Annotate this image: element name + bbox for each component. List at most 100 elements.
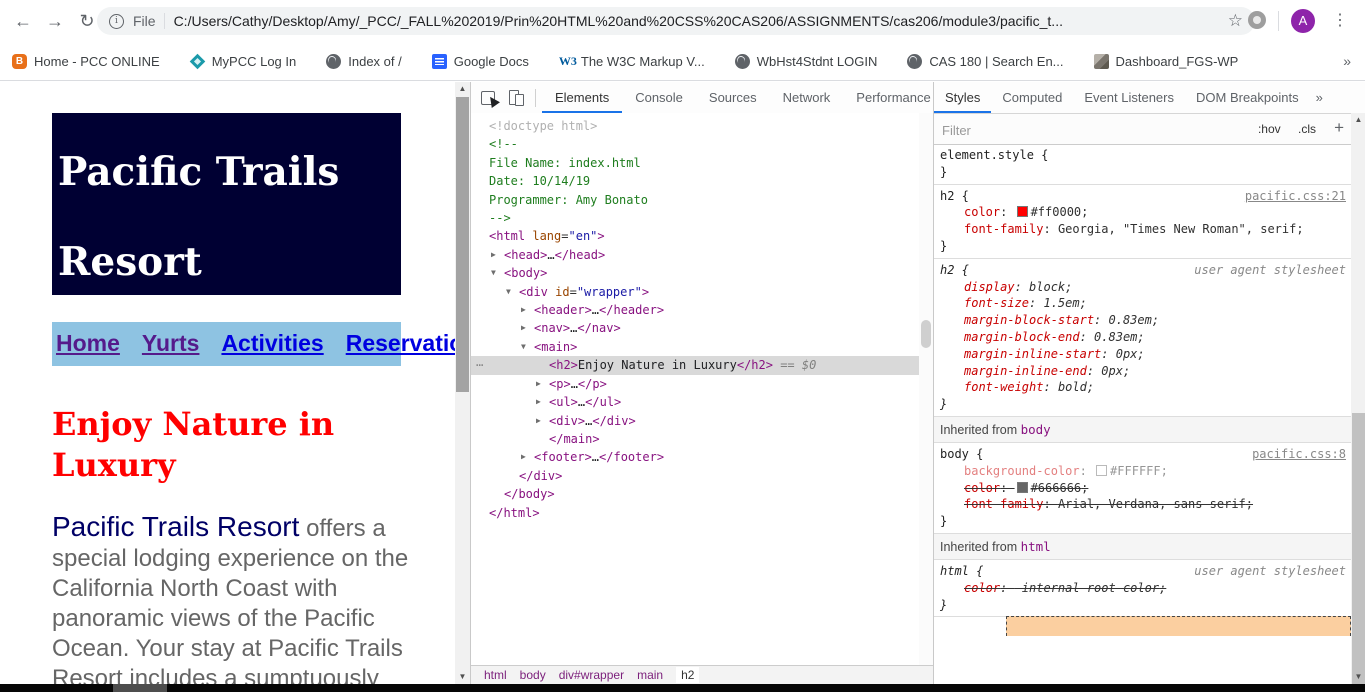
style-property[interactable]: margin-inline-end: 0px; — [940, 363, 1352, 380]
styles-scrollbar[interactable]: ▲ ▼ — [1351, 113, 1365, 692]
nav-link-yurts[interactable]: Yurts — [142, 330, 200, 356]
tree-line[interactable]: ▶ <nav>…</nav> — [471, 319, 933, 337]
bookmark-item[interactable]: B Home - PCC ONLINE — [12, 53, 160, 69]
page-vertical-scrollbar[interactable]: ▲ ▼ — [455, 82, 470, 684]
inherited-element-link[interactable]: body — [1021, 422, 1051, 437]
breadcrumb-html[interactable]: html — [484, 668, 507, 682]
breadcrumb-main[interactable]: main — [637, 668, 663, 682]
tab-styles[interactable]: Styles — [934, 82, 992, 113]
bookmark-star-icon[interactable]: ☆ — [1228, 11, 1243, 31]
tab-dom-breakpoints[interactable]: DOM Breakpoints — [1185, 82, 1310, 113]
tab-performance[interactable]: Performance — [843, 82, 943, 113]
style-property[interactable]: color: -internal-root-color; — [940, 580, 1352, 597]
scroll-down-icon[interactable]: ▼ — [455, 670, 470, 684]
pseudo-state-toggle[interactable]: :hov — [1258, 122, 1281, 136]
bookmark-item[interactable]: CAS 180 | Search En... — [907, 53, 1064, 69]
bookmark-item[interactable]: Dashboard_FGS-WP — [1093, 53, 1238, 69]
expand-arrow-down-icon[interactable]: ▼ — [521, 338, 526, 356]
address-bar[interactable]: i File C:/Users/Cathy/Desktop/Amy/_PCC/_… — [97, 7, 1255, 35]
bookmark-item[interactable]: Google Docs — [431, 53, 529, 69]
nav-link-reservations[interactable]: Reservations — [346, 330, 455, 356]
tree-line[interactable]: ▼ <body> — [471, 264, 933, 282]
bookmark-item[interactable]: WbHst4Stdnt LOGIN — [734, 53, 877, 69]
tab-event-listeners[interactable]: Event Listeners — [1073, 82, 1185, 113]
color-swatch-icon[interactable] — [1016, 481, 1028, 493]
inspect-element-icon[interactable] — [481, 89, 500, 108]
tab-elements[interactable]: Elements — [542, 82, 623, 113]
scroll-down-icon[interactable]: ▼ — [1351, 670, 1365, 684]
style-property[interactable]: background-color: #FFFFFF; — [940, 463, 1352, 480]
expand-arrow-right-icon[interactable]: ▶ — [536, 375, 541, 393]
elements-scroll-thumb[interactable] — [921, 320, 931, 348]
expand-arrow-right-icon[interactable]: ▶ — [536, 412, 541, 430]
extension-gear-icon[interactable] — [1248, 11, 1266, 29]
style-property[interactable]: font-size: 1.5em; — [940, 295, 1352, 312]
new-style-rule-button[interactable]: + — [1334, 114, 1344, 144]
style-property[interactable]: font-family: Georgia, "Times New Roman",… — [940, 221, 1352, 238]
color-swatch-icon[interactable] — [1016, 206, 1028, 218]
style-property[interactable]: display: block; — [940, 279, 1352, 296]
profile-avatar[interactable]: A — [1291, 9, 1315, 33]
bookmark-item[interactable]: Index of / — [326, 53, 402, 69]
style-property[interactable]: font-family: Arial, Verdana, sans-serif; — [940, 496, 1352, 513]
nav-link-activities[interactable]: Activities — [221, 330, 323, 356]
tree-line[interactable]: ▼ <div id="wrapper"> — [471, 283, 933, 301]
expand-arrow-right-icon[interactable]: ▶ — [521, 301, 526, 319]
styles-filter-input[interactable] — [934, 114, 1234, 146]
tree-line[interactable]: ⋯ <h2>Enjoy Nature in Luxury</h2> == $0 — [471, 356, 933, 375]
style-property[interactable]: margin-inline-start: 0px; — [940, 346, 1352, 363]
back-icon[interactable]: ← — [10, 8, 36, 34]
expand-arrow-right-icon[interactable]: ▶ — [536, 393, 541, 411]
bookmarks-overflow-icon[interactable]: » — [1343, 53, 1351, 69]
bookmark-item[interactable]: MyPCC Log In — [189, 53, 296, 69]
tree-line[interactable]: ▶ <footer>…</footer> — [471, 448, 933, 466]
tree-line[interactable]: <!-- — [471, 135, 933, 153]
tab-sources[interactable]: Sources — [696, 82, 770, 113]
tree-line[interactable]: ▶ <ul>…</ul> — [471, 393, 933, 411]
style-property[interactable]: margin-block-start: 0.83em; — [940, 312, 1352, 329]
scroll-up-icon[interactable]: ▲ — [1351, 113, 1365, 127]
tree-line[interactable]: File Name: index.html — [471, 154, 933, 172]
inherited-element-link[interactable]: html — [1021, 539, 1051, 554]
info-icon[interactable]: i — [109, 13, 124, 29]
stylesheet-link[interactable]: pacific.css:8 — [1252, 446, 1346, 463]
tree-line[interactable]: ▶ <head>…</head> — [471, 246, 933, 264]
style-property[interactable]: font-weight: bold; — [940, 379, 1352, 396]
tab-console[interactable]: Console — [622, 82, 696, 113]
url-text[interactable]: C:/Users/Cathy/Desktop/Amy/_PCC/_FALL%20… — [174, 13, 1220, 29]
tree-line[interactable]: </body> — [471, 485, 933, 503]
tab-computed[interactable]: Computed — [991, 82, 1073, 113]
expand-arrow-right-icon[interactable]: ▶ — [491, 246, 496, 264]
style-property[interactable]: color: #ff0000; — [940, 204, 1352, 221]
device-toolbar-icon[interactable] — [508, 89, 525, 106]
rule-selector[interactable]: element.style { — [940, 147, 1352, 164]
class-toggle[interactable]: .cls — [1298, 122, 1316, 136]
tree-line[interactable]: <html lang="en"> — [471, 227, 933, 245]
tree-line[interactable]: </main> — [471, 430, 933, 448]
tree-line[interactable]: --> — [471, 209, 933, 227]
breadcrumb-h2[interactable]: h2 — [676, 667, 700, 683]
tab-network[interactable]: Network — [770, 82, 844, 113]
expand-arrow-down-icon[interactable]: ▼ — [491, 264, 496, 282]
color-swatch-icon[interactable] — [1096, 464, 1108, 476]
tree-line[interactable]: </div> — [471, 467, 933, 485]
sidebar-tabs-overflow-icon[interactable]: » — [1316, 90, 1323, 105]
tree-line[interactable]: </html> — [471, 504, 933, 522]
tree-line[interactable]: ▼ <main> — [471, 338, 933, 356]
nav-link-home[interactable]: Home — [56, 330, 120, 356]
stylesheet-link[interactable]: pacific.css:21 — [1245, 188, 1346, 205]
expand-arrow-right-icon[interactable]: ▶ — [521, 319, 526, 337]
expand-arrow-right-icon[interactable]: ▶ — [521, 448, 526, 466]
forward-icon[interactable]: → — [42, 8, 68, 34]
tree-line[interactable]: ▶ <p>…</p> — [471, 375, 933, 393]
elements-scrollbar[interactable] — [919, 113, 933, 665]
style-property[interactable]: color: #666666; — [940, 480, 1352, 497]
tree-line[interactable]: <!doctype html> — [471, 117, 933, 135]
tree-line[interactable]: Date: 10/14/19 — [471, 172, 933, 190]
more-actions-icon[interactable]: ⋯ — [476, 356, 483, 374]
breadcrumb-div#wrapper[interactable]: div#wrapper — [559, 668, 624, 682]
styles-scroll-thumb[interactable] — [1352, 413, 1365, 692]
tree-line[interactable]: Programmer: Amy Bonato — [471, 191, 933, 209]
page-scroll-thumb[interactable] — [456, 97, 469, 392]
tree-line[interactable]: ▶ <div>…</div> — [471, 412, 933, 430]
